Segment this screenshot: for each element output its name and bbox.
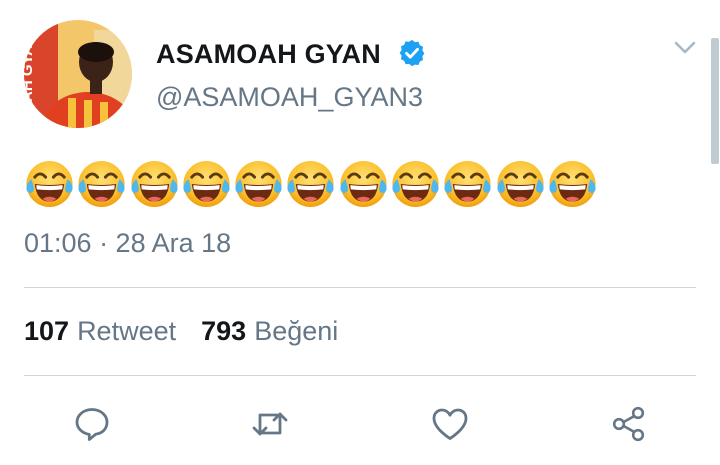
like-button[interactable] bbox=[430, 404, 470, 444]
display-name[interactable]: ASAMOAH GYAN bbox=[156, 39, 381, 70]
laughing-tears-emoji-icon bbox=[547, 158, 598, 210]
laughing-tears-emoji-icon bbox=[233, 158, 284, 210]
divider bbox=[24, 375, 696, 376]
laughing-tears-emoji-icon bbox=[442, 158, 493, 210]
laughing-tears-emoji-icon bbox=[76, 158, 127, 210]
likes-label: Beğeni bbox=[254, 316, 339, 346]
divider bbox=[24, 287, 696, 288]
scrollbar[interactable] bbox=[711, 38, 719, 164]
share-button[interactable] bbox=[609, 404, 649, 444]
retweet-button[interactable] bbox=[250, 404, 290, 444]
verified-badge-icon bbox=[399, 39, 425, 67]
likes-count: 793 bbox=[201, 316, 247, 346]
reply-button[interactable] bbox=[72, 404, 112, 444]
laughing-tears-emoji-icon bbox=[495, 158, 546, 210]
retweets-count: 107 bbox=[24, 316, 70, 346]
retweets-label: Retweet bbox=[77, 316, 177, 346]
laughing-tears-emoji-icon bbox=[24, 158, 75, 210]
tweet-timestamp: 01:06 · 28 Ara 18 bbox=[24, 228, 232, 258]
retweet-icon bbox=[252, 412, 288, 436]
reply-icon bbox=[75, 408, 109, 441]
tweet-stats: 107 Retweet 793 Beğeni bbox=[24, 316, 338, 347]
laughing-tears-emoji-icon bbox=[390, 158, 441, 210]
likes-stat[interactable]: 793 Beğeni bbox=[201, 316, 338, 347]
laughing-tears-emoji-icon bbox=[181, 158, 232, 210]
laughing-tears-emoji-icon bbox=[285, 158, 336, 210]
chevron-down-icon[interactable] bbox=[672, 38, 698, 58]
retweets-stat[interactable]: 107 Retweet bbox=[24, 316, 176, 347]
like-icon bbox=[432, 408, 468, 440]
avatar-text: AH GYAN bbox=[24, 34, 36, 102]
laughing-tears-emoji-icon bbox=[338, 158, 389, 210]
avatar-image: AH GYAN bbox=[24, 20, 132, 128]
laughing-tears-emoji-icon bbox=[129, 158, 180, 210]
share-icon bbox=[612, 406, 645, 442]
tweet-text bbox=[24, 158, 598, 210]
avatar[interactable]: AH GYAN bbox=[24, 20, 132, 128]
user-handle[interactable]: @ASAMOAH_GYAN3 bbox=[156, 82, 423, 113]
